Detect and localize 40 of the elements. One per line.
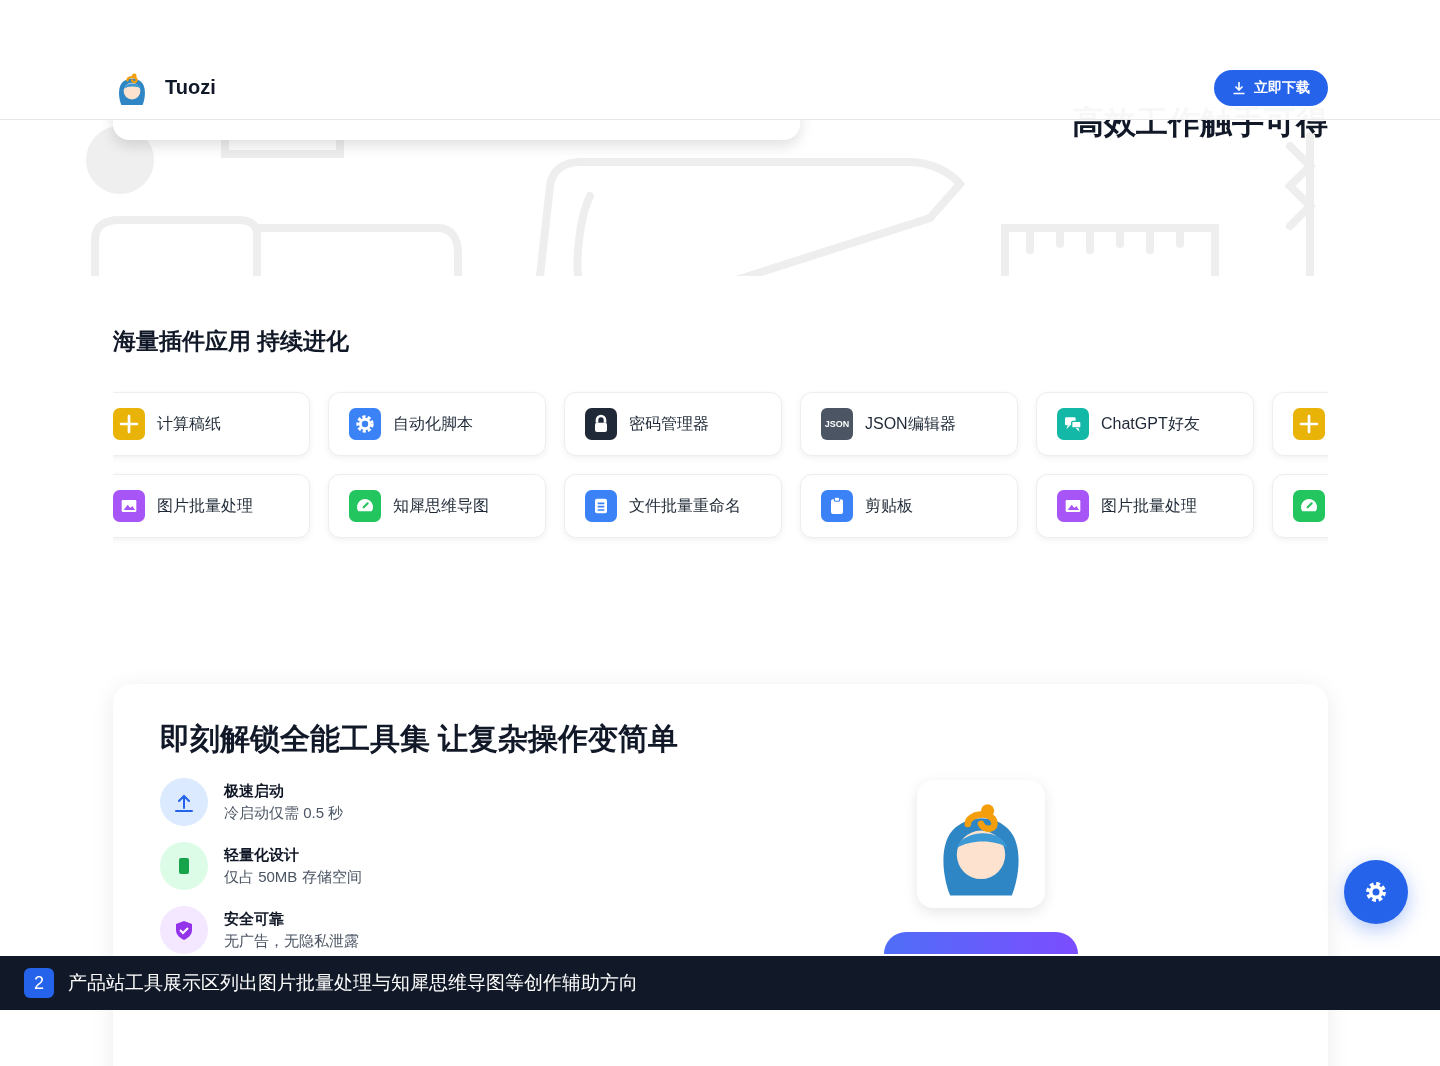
feature-description: 冷启动仅需 0.5 秒	[224, 803, 344, 823]
plugin-name: 知犀思维导图	[393, 495, 489, 516]
plugin-card[interactable]: 剪贴板	[800, 474, 1018, 538]
hero-heading: 高效工作触手可得	[1072, 103, 1328, 142]
plugin-card[interactable]: 图片批量处理	[1036, 474, 1254, 538]
plugin-card[interactable]: ChatGPT好友	[1036, 392, 1254, 456]
download-button[interactable]: 立即下载	[1214, 69, 1328, 106]
plugin-card[interactable]: 图片批量处理	[113, 474, 310, 538]
plugin-card[interactable]: JSON JSON编辑器	[800, 392, 1018, 456]
feature-description: 无广告，无隐私泄露	[224, 931, 359, 951]
plugin-name: 计算稿纸	[157, 413, 221, 434]
plugin-card[interactable]: 密码管理器	[564, 392, 782, 456]
plugin-card[interactable]: 计算稿纸	[113, 392, 310, 456]
shield-icon	[160, 906, 208, 954]
phone-icon	[160, 842, 208, 890]
download-button[interactable]	[884, 932, 1078, 954]
plugin-card[interactable]: 知犀思维导图	[328, 474, 546, 538]
json-icon: JSON	[821, 408, 853, 440]
plugin-name: JSON编辑器	[865, 413, 956, 434]
brand-name: Tuozi	[165, 76, 216, 99]
plugin-name: 密码管理器	[629, 413, 709, 434]
step-number: 2	[24, 968, 54, 998]
plugin-name: 文件批量重命名	[629, 495, 741, 516]
plugin-card[interactable]: 自动化脚本	[328, 392, 546, 456]
feature-title: 轻量化设计	[224, 845, 300, 865]
promo-heading: 即刻解锁全能工具集 让复杂操作变简单	[160, 721, 680, 757]
section-title: 海量插件应用 持续进化	[113, 328, 351, 354]
upload-icon	[160, 778, 208, 826]
caption-text: 产品站工具展示区列出图片批量处理与知犀思维导图等创作辅助方向	[68, 971, 638, 995]
feature-description: 仅占 50MB 存储空间	[224, 867, 362, 887]
feature-title: 安全可靠	[224, 909, 285, 929]
plugin-name: 剪贴板	[865, 495, 913, 516]
settings-button[interactable]	[1344, 860, 1408, 924]
download-icon	[1232, 80, 1246, 95]
plugin-name: 自动化脚本	[393, 413, 473, 434]
feature-title: 极速启动	[224, 781, 285, 801]
plugin-name: 图片批量处理	[157, 495, 253, 516]
plugin-card[interactable]: 文件批量重命名	[564, 474, 782, 538]
plugin-name: 图片批量处理	[1101, 495, 1197, 516]
plugin-name: ChatGPT好友	[1101, 413, 1200, 434]
